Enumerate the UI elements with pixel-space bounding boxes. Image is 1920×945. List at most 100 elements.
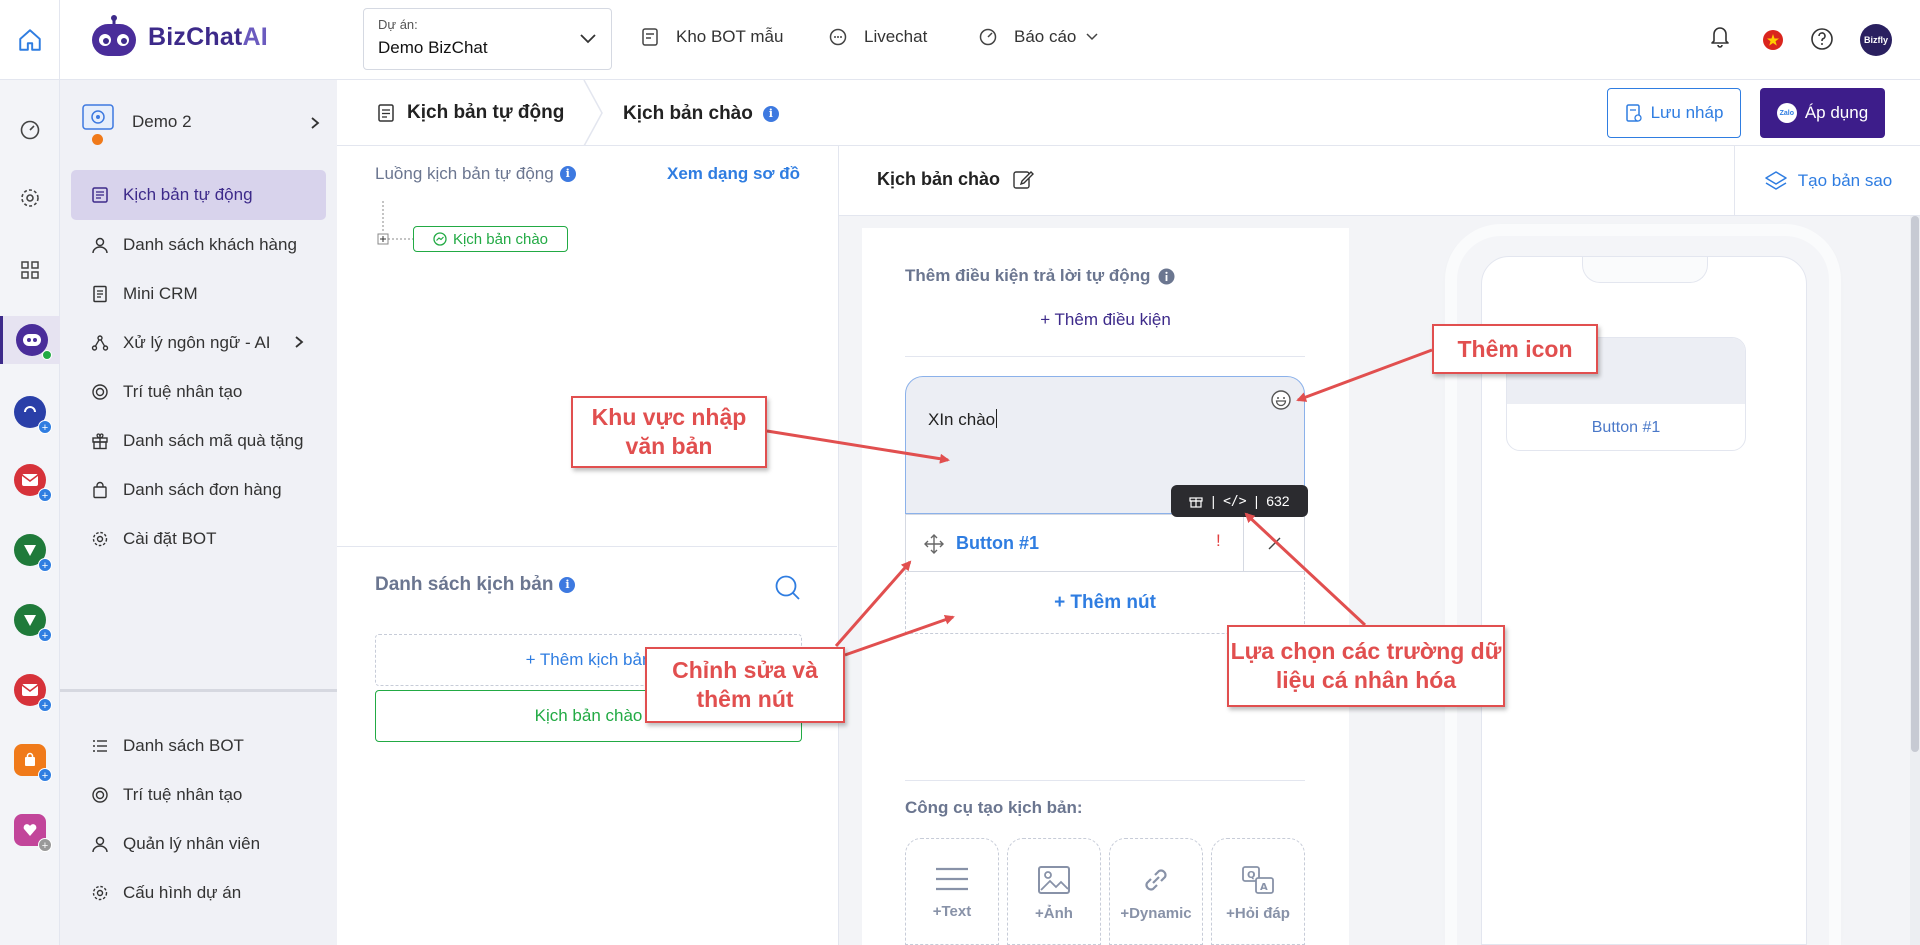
pencil-icon xyxy=(1268,537,1280,550)
sidebar-item-project-config[interactable]: Cấu hình dự án xyxy=(71,868,326,918)
callout-text-area: Khu vực nhập văn bản xyxy=(571,396,767,468)
rail-app-1[interactable]: + xyxy=(0,388,60,436)
app-rail: + + + + + + + xyxy=(0,80,60,945)
rail-app-3[interactable]: + xyxy=(0,526,60,574)
language-button[interactable] xyxy=(1761,28,1785,52)
info-icon[interactable]: i xyxy=(559,577,576,593)
sidebar-item-label: Quản lý nhân viên xyxy=(123,834,261,853)
notification-button[interactable] xyxy=(1709,24,1731,48)
tree-node-label: Kịch bản chào xyxy=(452,230,549,248)
emoji-icon[interactable] xyxy=(1270,389,1292,411)
info-icon[interactable]: i xyxy=(762,106,779,122)
bag-icon xyxy=(93,481,107,499)
gift-icon[interactable] xyxy=(1189,494,1204,508)
breadcrumb-separator xyxy=(583,80,603,146)
add-condition-button[interactable]: + Thêm điều kiện xyxy=(862,310,1349,330)
message-card: Thêm điều kiện trả lời tự động + Thêm đi… xyxy=(862,228,1349,945)
info-icon[interactable]: i xyxy=(559,166,576,182)
app-icon: + xyxy=(14,396,52,434)
app-logo[interactable]: BizChatAI xyxy=(88,14,268,60)
search-icon[interactable] xyxy=(774,574,802,602)
rail-dashboard[interactable] xyxy=(0,106,60,154)
draft-icon xyxy=(1625,104,1642,122)
tool-label: +Text xyxy=(932,903,972,920)
svg-text:Q: Q xyxy=(1247,870,1256,881)
rail-app-7[interactable]: + xyxy=(0,806,60,854)
gear-icon xyxy=(21,189,39,207)
gift-icon xyxy=(92,433,108,450)
project-select[interactable]: Dự án: Demo BizChat xyxy=(363,8,612,70)
nav-bot-templates[interactable]: Kho BOT mẫu xyxy=(640,27,783,47)
info-icon[interactable] xyxy=(1158,268,1175,285)
tool-add-qa[interactable]: QA +Hỏi đáp xyxy=(1211,838,1305,945)
chevron-down-icon xyxy=(580,34,596,44)
sidebar-item-orders[interactable]: Danh sách đơn hàng xyxy=(71,465,326,515)
edit-icon[interactable] xyxy=(1012,168,1035,190)
gear-icon xyxy=(92,531,108,547)
save-draft-label: Lưu nháp xyxy=(1650,103,1724,122)
text-lines-icon xyxy=(936,867,968,891)
mail-app-icon: + xyxy=(14,674,52,712)
rail-settings[interactable] xyxy=(0,174,60,222)
sidebar-item-staff[interactable]: Quản lý nhân viên xyxy=(71,819,326,869)
tool-add-dynamic[interactable]: +Dynamic xyxy=(1109,838,1203,945)
code-icon[interactable]: </> xyxy=(1223,494,1246,509)
script-list-title-text: Danh sách kịch bản xyxy=(375,574,554,595)
rail-apps[interactable] xyxy=(0,246,60,294)
bot-avatar xyxy=(82,104,118,145)
duplicate-button[interactable]: Tạo bản sao xyxy=(1734,146,1920,216)
sidebar-item-customers[interactable]: Danh sách khách hàng xyxy=(71,220,326,270)
sidebar-item-bot-settings[interactable]: Cài đặt BOT xyxy=(71,514,326,564)
sidebar-item-ai-bottom[interactable]: Trí tuệ nhân tạo xyxy=(71,770,326,820)
list-icon xyxy=(93,740,107,752)
nav-livechat[interactable]: Livechat xyxy=(828,27,927,47)
layers-icon xyxy=(1764,171,1787,190)
sidebar-item-auto-scripts[interactable]: Kịch bản tự động xyxy=(71,170,326,220)
sidebar-item-bot-list[interactable]: Danh sách BOT xyxy=(71,721,326,771)
nav-label: Báo cáo xyxy=(1014,27,1077,46)
sidebar-item-label: Danh sách đơn hàng xyxy=(123,480,282,499)
scrollbar-thumb[interactable] xyxy=(1911,216,1919,752)
sidebar-item-ai[interactable]: Trí tuệ nhân tạo xyxy=(71,367,326,417)
sidebar-item-label: Kịch bản tự động xyxy=(123,185,253,204)
save-draft-button[interactable]: Lưu nháp xyxy=(1607,88,1741,138)
apply-button[interactable]: Zalo Áp dụng xyxy=(1760,88,1885,138)
rail-app-6[interactable]: + xyxy=(0,736,60,784)
sidebar-item-mini-crm[interactable]: Mini CRM xyxy=(71,269,326,319)
view-diagram-link[interactable]: Xem dạng sơ đồ xyxy=(667,164,800,184)
breadcrumb-current: Kịch bản chào i xyxy=(623,103,779,125)
nav-reports[interactable]: Báo cáo xyxy=(978,27,1098,47)
help-button[interactable] xyxy=(1810,27,1834,51)
bot-logo-icon xyxy=(92,15,136,56)
reply-button-row[interactable]: Button #1 ! xyxy=(905,514,1305,572)
rail-bizchat[interactable] xyxy=(0,316,60,364)
user-icon xyxy=(92,237,108,254)
tool-label: +Dynamic xyxy=(1120,905,1192,922)
user-icon xyxy=(92,836,108,853)
avatar[interactable]: Bizfly xyxy=(1860,24,1892,56)
tree-node-greeting[interactable]: Kịch bản chào xyxy=(413,226,568,252)
project-value: Demo BizChat xyxy=(378,38,488,57)
sidebar: Demo 2 Kịch bản tự động Danh sách khách … xyxy=(60,80,337,945)
chat-icon xyxy=(829,28,847,46)
rail-app-2[interactable]: + xyxy=(0,456,60,504)
tool-add-image[interactable]: +Ảnh xyxy=(1007,838,1101,945)
tool-label: +Hỏi đáp xyxy=(1226,905,1290,922)
logo-text: BizChatAI xyxy=(148,22,268,51)
svg-text:A: A xyxy=(1260,882,1268,893)
avatar-text: Bizfly xyxy=(1860,24,1892,56)
edit-reply-button[interactable] xyxy=(1243,515,1305,571)
bot-selector[interactable]: Demo 2 xyxy=(82,100,322,145)
sidebar-item-gift-codes[interactable]: Danh sách mã quà tặng xyxy=(71,416,326,466)
drag-handle-icon[interactable] xyxy=(924,534,944,554)
rail-app-4[interactable]: + xyxy=(0,596,60,644)
message-input[interactable]: XIn chào xyxy=(928,409,998,430)
app-icon: + xyxy=(14,604,52,642)
sidebar-item-label: Xử lý ngôn ngữ - AI xyxy=(123,333,271,352)
breadcrumb-root[interactable]: Kịch bản tự động xyxy=(377,102,564,124)
tool-add-text[interactable]: +Text xyxy=(905,838,999,945)
sidebar-item-nlp-ai[interactable]: Xử lý ngôn ngữ - AI xyxy=(71,318,326,368)
rail-app-5[interactable]: + xyxy=(0,666,60,714)
home-button[interactable] xyxy=(0,0,60,80)
gauge-icon xyxy=(20,120,40,140)
